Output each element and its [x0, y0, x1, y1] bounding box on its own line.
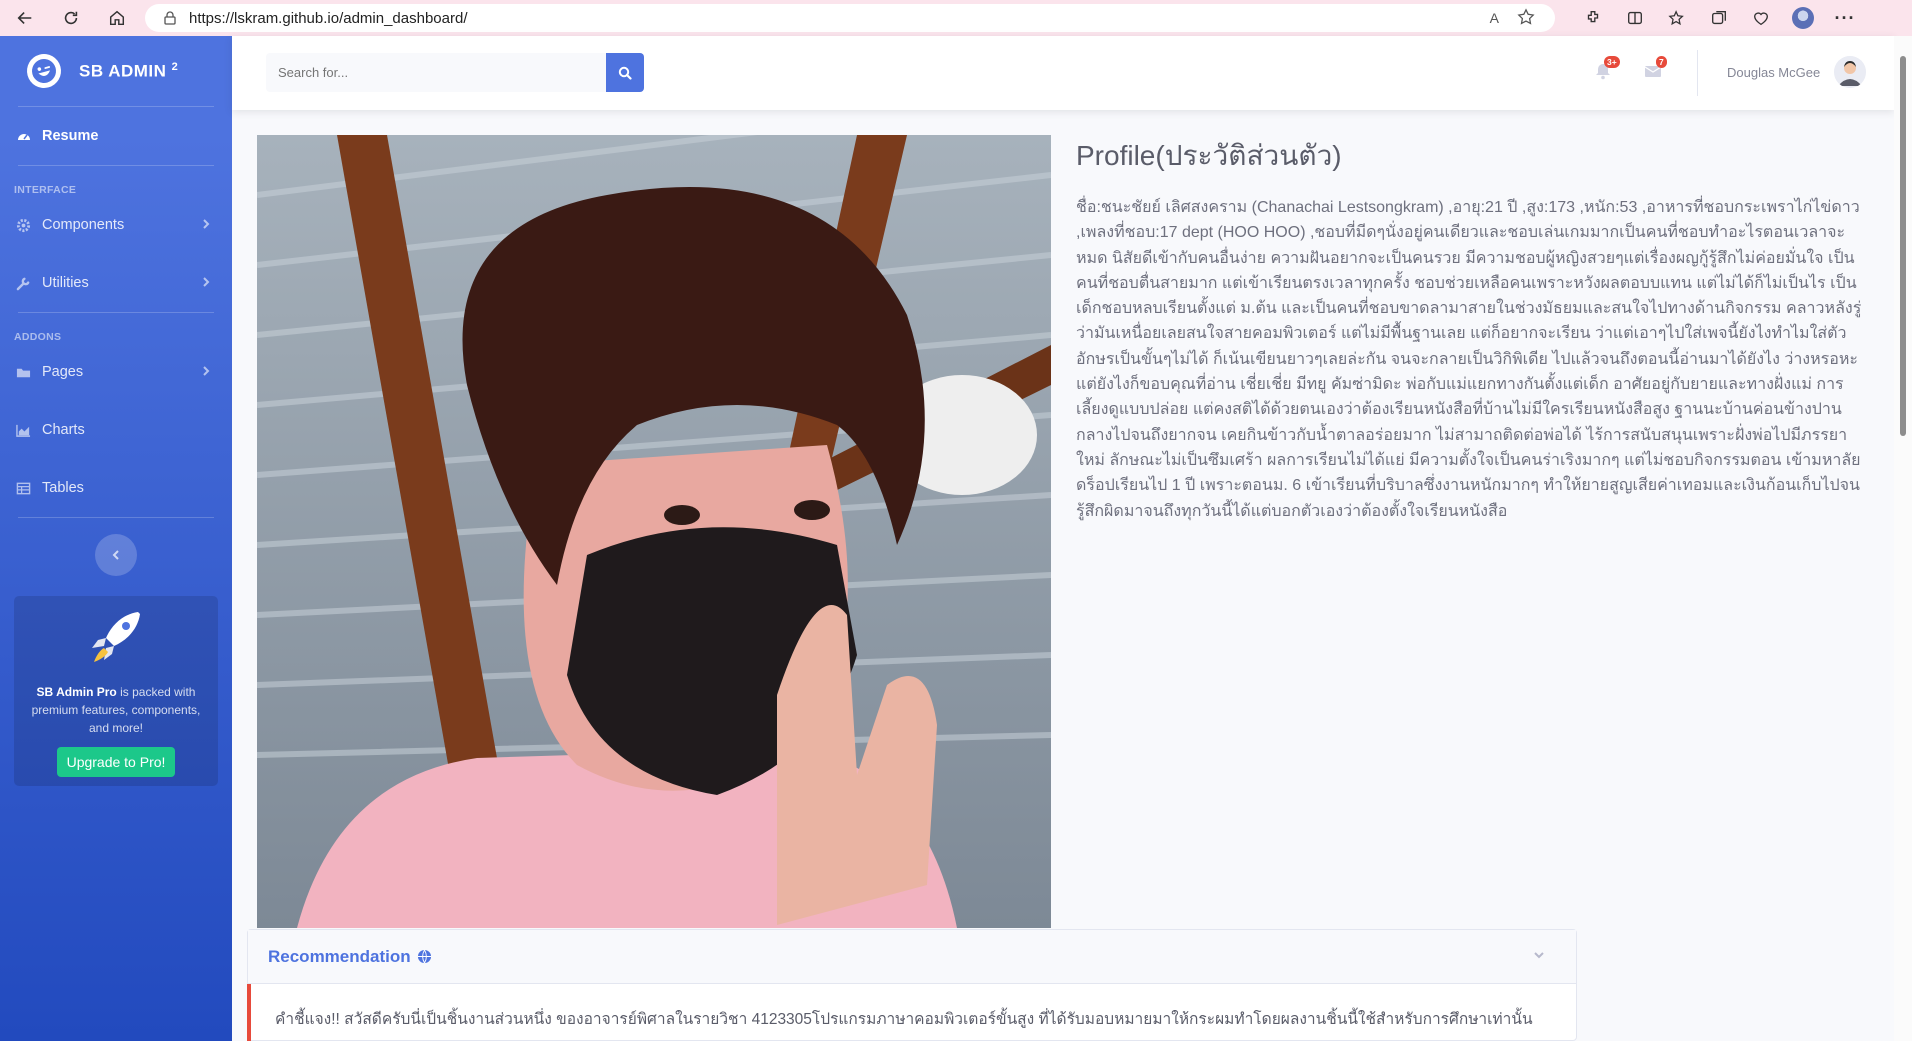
chevron-left-icon: [112, 550, 119, 560]
folder-icon: [16, 364, 32, 380]
user-name[interactable]: Douglas McGee: [1727, 65, 1820, 80]
sidebar: SB ADMIN 2 Resume INTERFACE Components U…: [0, 36, 232, 1041]
table-icon: [16, 480, 32, 496]
topbar-divider: [1697, 50, 1698, 96]
home-icon[interactable]: [106, 7, 128, 29]
split-screen-icon[interactable]: [1624, 7, 1646, 29]
chevron-down-icon[interactable]: [1532, 948, 1546, 962]
sidebar-item-tables[interactable]: Tables: [0, 459, 232, 517]
avatar[interactable]: [1834, 56, 1866, 88]
sidebar-brand[interactable]: SB ADMIN 2: [0, 36, 232, 106]
scrollbar-thumb[interactable]: [1900, 56, 1906, 436]
sidebar-promo-card: SB Admin Pro is packed with premium feat…: [14, 596, 218, 786]
search-input[interactable]: [266, 53, 607, 92]
sidebar-item-charts[interactable]: Charts: [0, 401, 232, 459]
alerts-dropdown[interactable]: 3+: [1594, 56, 1620, 82]
sidebar-divider: [18, 517, 214, 518]
url-text: https://lskram.github.io/admin_dashboard…: [189, 9, 468, 27]
sidebar-heading-addons: ADDONS: [14, 331, 62, 343]
wrench-icon: [16, 275, 32, 291]
collections-icon[interactable]: [1708, 7, 1730, 29]
sidebar-item-utilities[interactable]: Utilities: [0, 254, 232, 312]
browser-essentials-icon[interactable]: [1750, 7, 1772, 29]
sidebar-item-label: Utilities: [42, 275, 89, 291]
messages-badge: 7: [1656, 56, 1667, 68]
browser-toolbar: https://lskram.github.io/admin_dashboard…: [0, 0, 1912, 36]
page-scrollbar[interactable]: [1894, 36, 1912, 1041]
lock-icon: [164, 11, 176, 25]
search-icon: [618, 66, 632, 80]
chevron-right-icon: [203, 219, 210, 229]
cog-icon: [16, 217, 32, 233]
recommendation-text: คำชี้แจง!! สวัสดีครับนี่เป็นชิ้นงานส่วนห…: [247, 984, 1576, 1041]
sidebar-item-label: Resume: [42, 128, 99, 144]
favorites-icon[interactable]: [1666, 7, 1688, 29]
sidebar-item-label: Components: [42, 217, 125, 233]
sidebar-item-components[interactable]: Components: [0, 196, 232, 254]
refresh-icon[interactable]: [60, 7, 82, 29]
promo-text: SB Admin Pro is packed with premium feat…: [31, 685, 201, 735]
address-bar[interactable]: https://lskram.github.io/admin_dashboard…: [145, 4, 1555, 32]
chevron-right-icon: [203, 366, 210, 376]
sidebar-toggle-button[interactable]: [95, 534, 137, 576]
more-icon[interactable]: ···: [1834, 7, 1856, 29]
extensions-icon[interactable]: [1582, 7, 1604, 29]
search-button[interactable]: [606, 53, 644, 92]
profile-photo: [257, 135, 1051, 928]
sidebar-item-resume[interactable]: Resume: [0, 107, 232, 165]
profile-bio: ชื่อ:ชนะชัยย์ เลิศสงคราม (Chanachai Lest…: [1076, 199, 1862, 520]
page-title: Profile(ประวัติส่วนตัว): [1076, 140, 1342, 171]
profile-avatar[interactable]: [1792, 7, 1814, 29]
chevron-right-icon: [203, 277, 210, 287]
brand-name: SB ADMIN 2: [79, 60, 179, 81]
sidebar-item-label: Charts: [42, 422, 85, 438]
alerts-badge: 3+: [1604, 56, 1620, 68]
sidebar-item-label: Pages: [42, 364, 84, 380]
sidebar-heading-interface: INTERFACE: [14, 184, 77, 196]
upgrade-to-pro-button[interactable]: Upgrade to Pro!: [56, 747, 176, 777]
sidebar-item-label: Tables: [42, 480, 84, 496]
back-icon[interactable]: [14, 7, 36, 29]
globe-icon: [417, 949, 431, 964]
rocket-illustration: [92, 612, 140, 662]
chart-area-icon: [16, 422, 32, 438]
recommendation-header[interactable]: Recommendation: [248, 930, 1576, 984]
laugh-wink-icon: [23, 50, 65, 92]
search-form: [266, 53, 644, 92]
tachometer-icon: [16, 128, 32, 144]
sidebar-item-pages[interactable]: Pages: [0, 343, 232, 401]
topbar: 3+ 7 Douglas McGee: [232, 36, 1894, 110]
read-aloud-icon[interactable]: A: [1490, 10, 1499, 26]
favorite-star-icon[interactable]: [1517, 7, 1535, 29]
messages-dropdown[interactable]: 7: [1644, 56, 1667, 82]
recommendation-title: Recommendation: [268, 946, 411, 966]
recommendation-card: Recommendation คำชี้แจง!! สวัสดีครับนี่เ…: [247, 929, 1577, 1041]
